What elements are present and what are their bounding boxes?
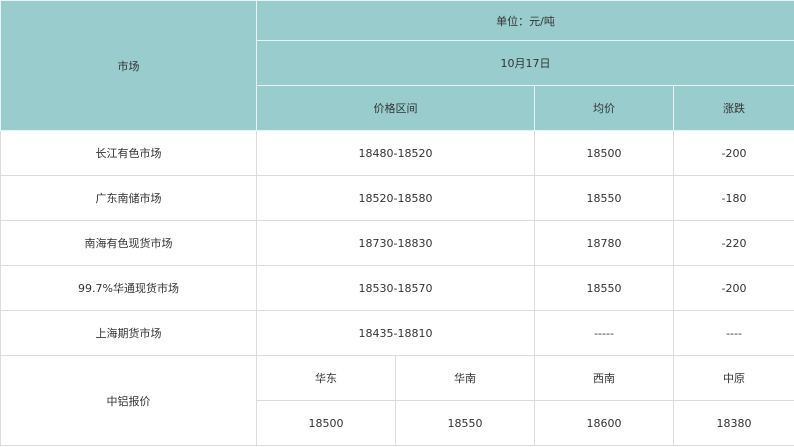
price-range: 18530-18570	[256, 265, 535, 311]
unit-label: 单位：元/吨	[255, 0, 794, 41]
price-range: 18480-18520	[256, 130, 535, 176]
table-row: 长江有色市场 18480-18520 18500 -200	[0, 130, 794, 176]
date-label: 10月17日	[255, 40, 794, 86]
chalco-label: 中铝报价	[0, 355, 257, 446]
average-price: -----	[534, 310, 674, 356]
price-change: -200	[672, 265, 794, 311]
price-change: -180	[672, 175, 794, 221]
aluminum-price-table: 市场 单位：元/吨 10月17日 价格区间 均价 涨跌 长江有色市场 18480…	[0, 0, 794, 446]
price-change: -200	[672, 130, 794, 176]
price-range: 18730-18830	[256, 220, 535, 266]
price-southwest: 18600	[534, 400, 674, 446]
price-change: -220	[672, 220, 794, 266]
chalco-regions-row: 中铝报价 华东 华南 西南 中原	[0, 355, 794, 446]
price-range: 18520-18580	[256, 175, 535, 221]
price-central: 18380	[672, 400, 794, 446]
region-southwest: 西南	[534, 355, 674, 401]
table-row: 南海有色现货市场 18730-18830 18780 -220	[0, 220, 794, 266]
header-row-unit: 市场 单位：元/吨	[0, 0, 794, 131]
average-price: 18500	[534, 130, 674, 176]
table-row: 99.7%华通现货市场 18530-18570 18550 -200	[0, 265, 794, 311]
average-price: 18550	[534, 175, 674, 221]
price-south: 18550	[395, 400, 535, 446]
market-name: 上海期货市场	[0, 310, 257, 356]
market-header: 市场	[0, 0, 257, 131]
price-change: ----	[672, 310, 794, 356]
table-row: 广东南储市场 18520-18580 18550 -180	[0, 175, 794, 221]
market-name: 广东南储市场	[0, 175, 257, 221]
region-east: 华东	[256, 355, 396, 401]
region-central: 中原	[672, 355, 794, 401]
market-name: 南海有色现货市场	[0, 220, 257, 266]
average-price: 18780	[534, 220, 674, 266]
price-range: 18435-18810	[256, 310, 535, 356]
column-header-change: 涨跌	[672, 85, 794, 131]
column-header-range: 价格区间	[256, 85, 535, 131]
average-price: 18550	[534, 265, 674, 311]
market-name: 99.7%华通现货市场	[0, 265, 257, 311]
table-row: 上海期货市场 18435-18810 ----- ----	[0, 310, 794, 356]
region-south: 华南	[395, 355, 535, 401]
column-header-avg: 均价	[534, 85, 674, 131]
price-east: 18500	[256, 400, 396, 446]
market-name: 长江有色市场	[0, 130, 257, 176]
